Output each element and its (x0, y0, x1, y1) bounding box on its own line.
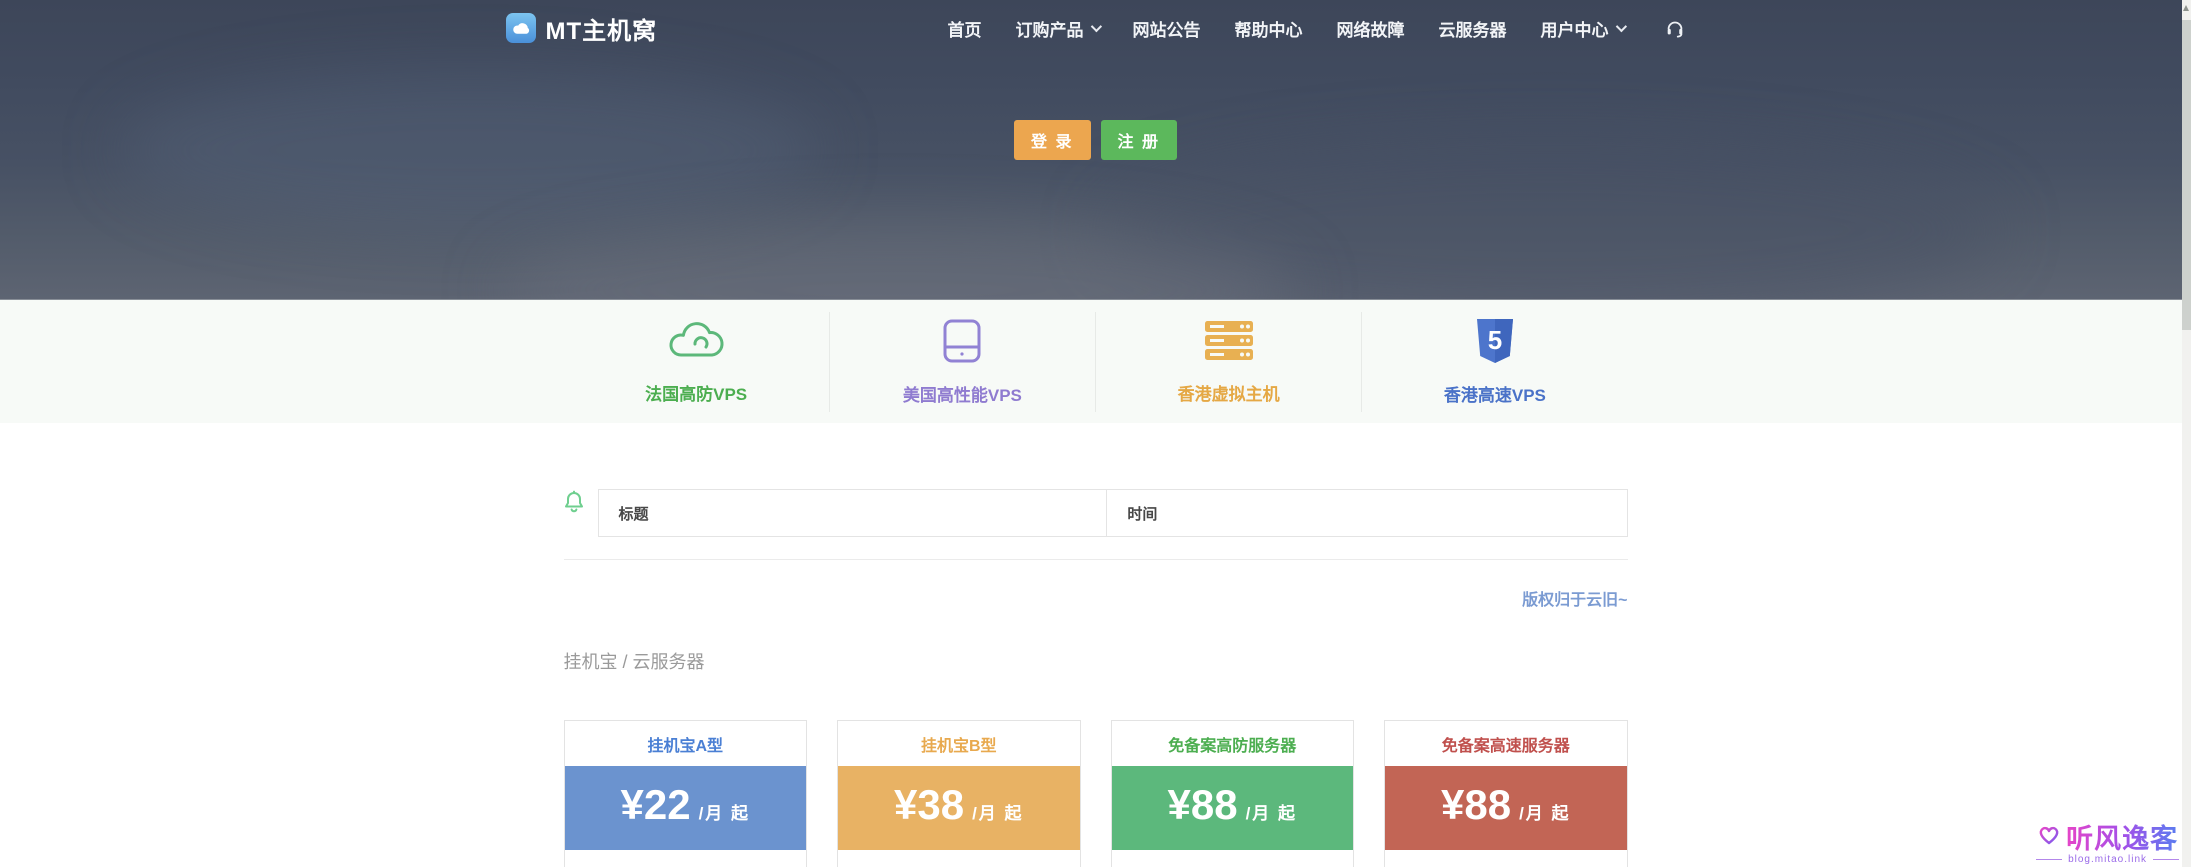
hero-banner: MT主机窝 首页 订购产品 网站公告 帮助中心 网络故障 云服务器 用户中心 登… (0, 0, 2191, 300)
plan-price-unit: /月 起 (972, 804, 1024, 823)
plan-price: ¥88 (1440, 781, 1512, 828)
pricing-card[interactable]: 免备案高速服务器 ¥88 /月 起 (1384, 720, 1628, 867)
nav-item-cloud-servers[interactable]: 云服务器 (1439, 16, 1507, 41)
hero-auth-buttons: 登 录 注 册 (0, 120, 2191, 160)
plan-price-unit: /月 起 (698, 804, 751, 823)
watermark-line (2153, 859, 2179, 860)
announcement-column-time: 时间 (1127, 505, 1158, 523)
plan-price-unit: /月 起 (1519, 804, 1571, 823)
pricing-card[interactable]: 免备案高防服务器 ¥88 /月 起 (1110, 720, 1354, 867)
category-label: 美国高性能VPS (902, 385, 1022, 405)
plan-price: ¥22 (620, 781, 691, 828)
plan-details (1112, 850, 1354, 867)
category-label: 法国高防VPS (645, 384, 748, 404)
scrollbar-up-arrow-icon[interactable] (2183, 5, 2189, 11)
nav-item-help-center[interactable]: 帮助中心 (1235, 16, 1303, 41)
server-stack-icon (1203, 319, 1255, 368)
nav-menu: 首页 订购产品 网站公告 帮助中心 网络故障 云服务器 用户中心 (948, 16, 1686, 41)
plan-price-unit: /月 起 (1245, 804, 1298, 823)
copyright-row: 版权归于云旧~ (564, 586, 1627, 610)
site-logo[interactable]: MT主机窝 (505, 11, 658, 46)
nav-item-network-status[interactable]: 网络故障 (1337, 16, 1405, 41)
pricing-cards: 挂机宝A型 ¥22 /月 起 挂机宝B型 ¥38 /月 起 免备案高防服务器 ¥… (563, 720, 1628, 867)
product-category-strip: 法国高防VPS 美国高性能VPS 香港虚拟主机 5 香港高速VPS (0, 300, 2191, 423)
pricing-card[interactable]: 挂机宝A型 ¥22 /月 起 (563, 720, 807, 867)
category-france-vps[interactable]: 法国高防VPS (564, 312, 829, 412)
plan-price-band: ¥88 /月 起 (1111, 766, 1353, 850)
divider (563, 559, 1628, 560)
scrollbar-thumb[interactable] (2182, 20, 2191, 330)
nav-item-home[interactable]: 首页 (948, 16, 982, 41)
plan-price: ¥38 (893, 781, 965, 828)
plan-details (838, 850, 1080, 867)
main-content: 标题 时间 版权归于云旧~ 挂机宝 / 云服务器 挂机宝A型 ¥22 /月 起 … (563, 489, 1628, 867)
html5-icon: 5 (1475, 318, 1515, 369)
announcement-column-title: 标题 (599, 490, 1108, 536)
category-usa-vps[interactable]: 美国高性能VPS (828, 311, 1095, 412)
plan-name[interactable]: 挂机宝A型 (565, 721, 807, 766)
nav-item-announcements[interactable]: 网站公告 (1133, 16, 1201, 41)
svg-text:5: 5 (1488, 325, 1502, 355)
chevron-down-icon (1615, 20, 1627, 33)
vertical-scrollbar[interactable] (2182, 0, 2191, 867)
nav-item-products[interactable]: 订购产品 (1016, 16, 1102, 41)
category-label: 香港高速VPS (1443, 385, 1546, 405)
plan-name[interactable]: 挂机宝B型 (838, 721, 1080, 766)
chevron-down-icon (1090, 20, 1102, 33)
announcement-table: 标题 时间 (597, 489, 1628, 537)
cloud-icon (665, 319, 727, 368)
pricing-card[interactable]: 挂机宝B型 ¥38 /月 起 (837, 720, 1081, 867)
watermark-heart-icon (2036, 821, 2062, 852)
register-button[interactable]: 注 册 (1100, 120, 1177, 160)
bell-icon (564, 489, 598, 519)
plan-name[interactable]: 免备案高防服务器 (1112, 721, 1354, 766)
plan-price-band: ¥22 /月 起 (564, 766, 806, 850)
watermark-text: 听风逸客 (2066, 817, 2178, 856)
site-watermark: 听风逸客 blog.mitao.link (2036, 817, 2179, 865)
watermark-url: blog.mitao.link (2068, 854, 2147, 865)
breadcrumb: 挂机宝 / 云服务器 (563, 652, 705, 672)
site-title: MT主机窝 (545, 17, 658, 45)
navbar: MT主机窝 首页 订购产品 网站公告 帮助中心 网络故障 云服务器 用户中心 (505, 0, 1686, 56)
login-button[interactable]: 登 录 (1014, 120, 1091, 160)
plan-details (565, 850, 807, 867)
plan-price-band: ¥88 /月 起 (1385, 766, 1627, 850)
category-hk-vps[interactable]: 5 香港高速VPS (1361, 311, 1627, 412)
copyright-link[interactable]: 版权归于云旧~ (1522, 592, 1627, 609)
cloud-logo-icon (505, 13, 536, 43)
headset-icon[interactable] (1664, 17, 1686, 39)
plan-price-band: ¥38 /月 起 (838, 766, 1080, 850)
watermark-line (2036, 859, 2063, 860)
announcement-section: 标题 时间 (564, 489, 1628, 537)
plan-name[interactable]: 免备案高速服务器 (1385, 721, 1627, 766)
server-icon (941, 318, 983, 369)
category-label: 香港虚拟主机 (1177, 384, 1280, 404)
plan-price: ¥88 (1167, 781, 1238, 828)
category-hk-webhosting[interactable]: 香港虚拟主机 (1095, 311, 1361, 412)
plan-details (1385, 850, 1627, 867)
nav-item-user-center[interactable]: 用户中心 (1541, 16, 1627, 41)
